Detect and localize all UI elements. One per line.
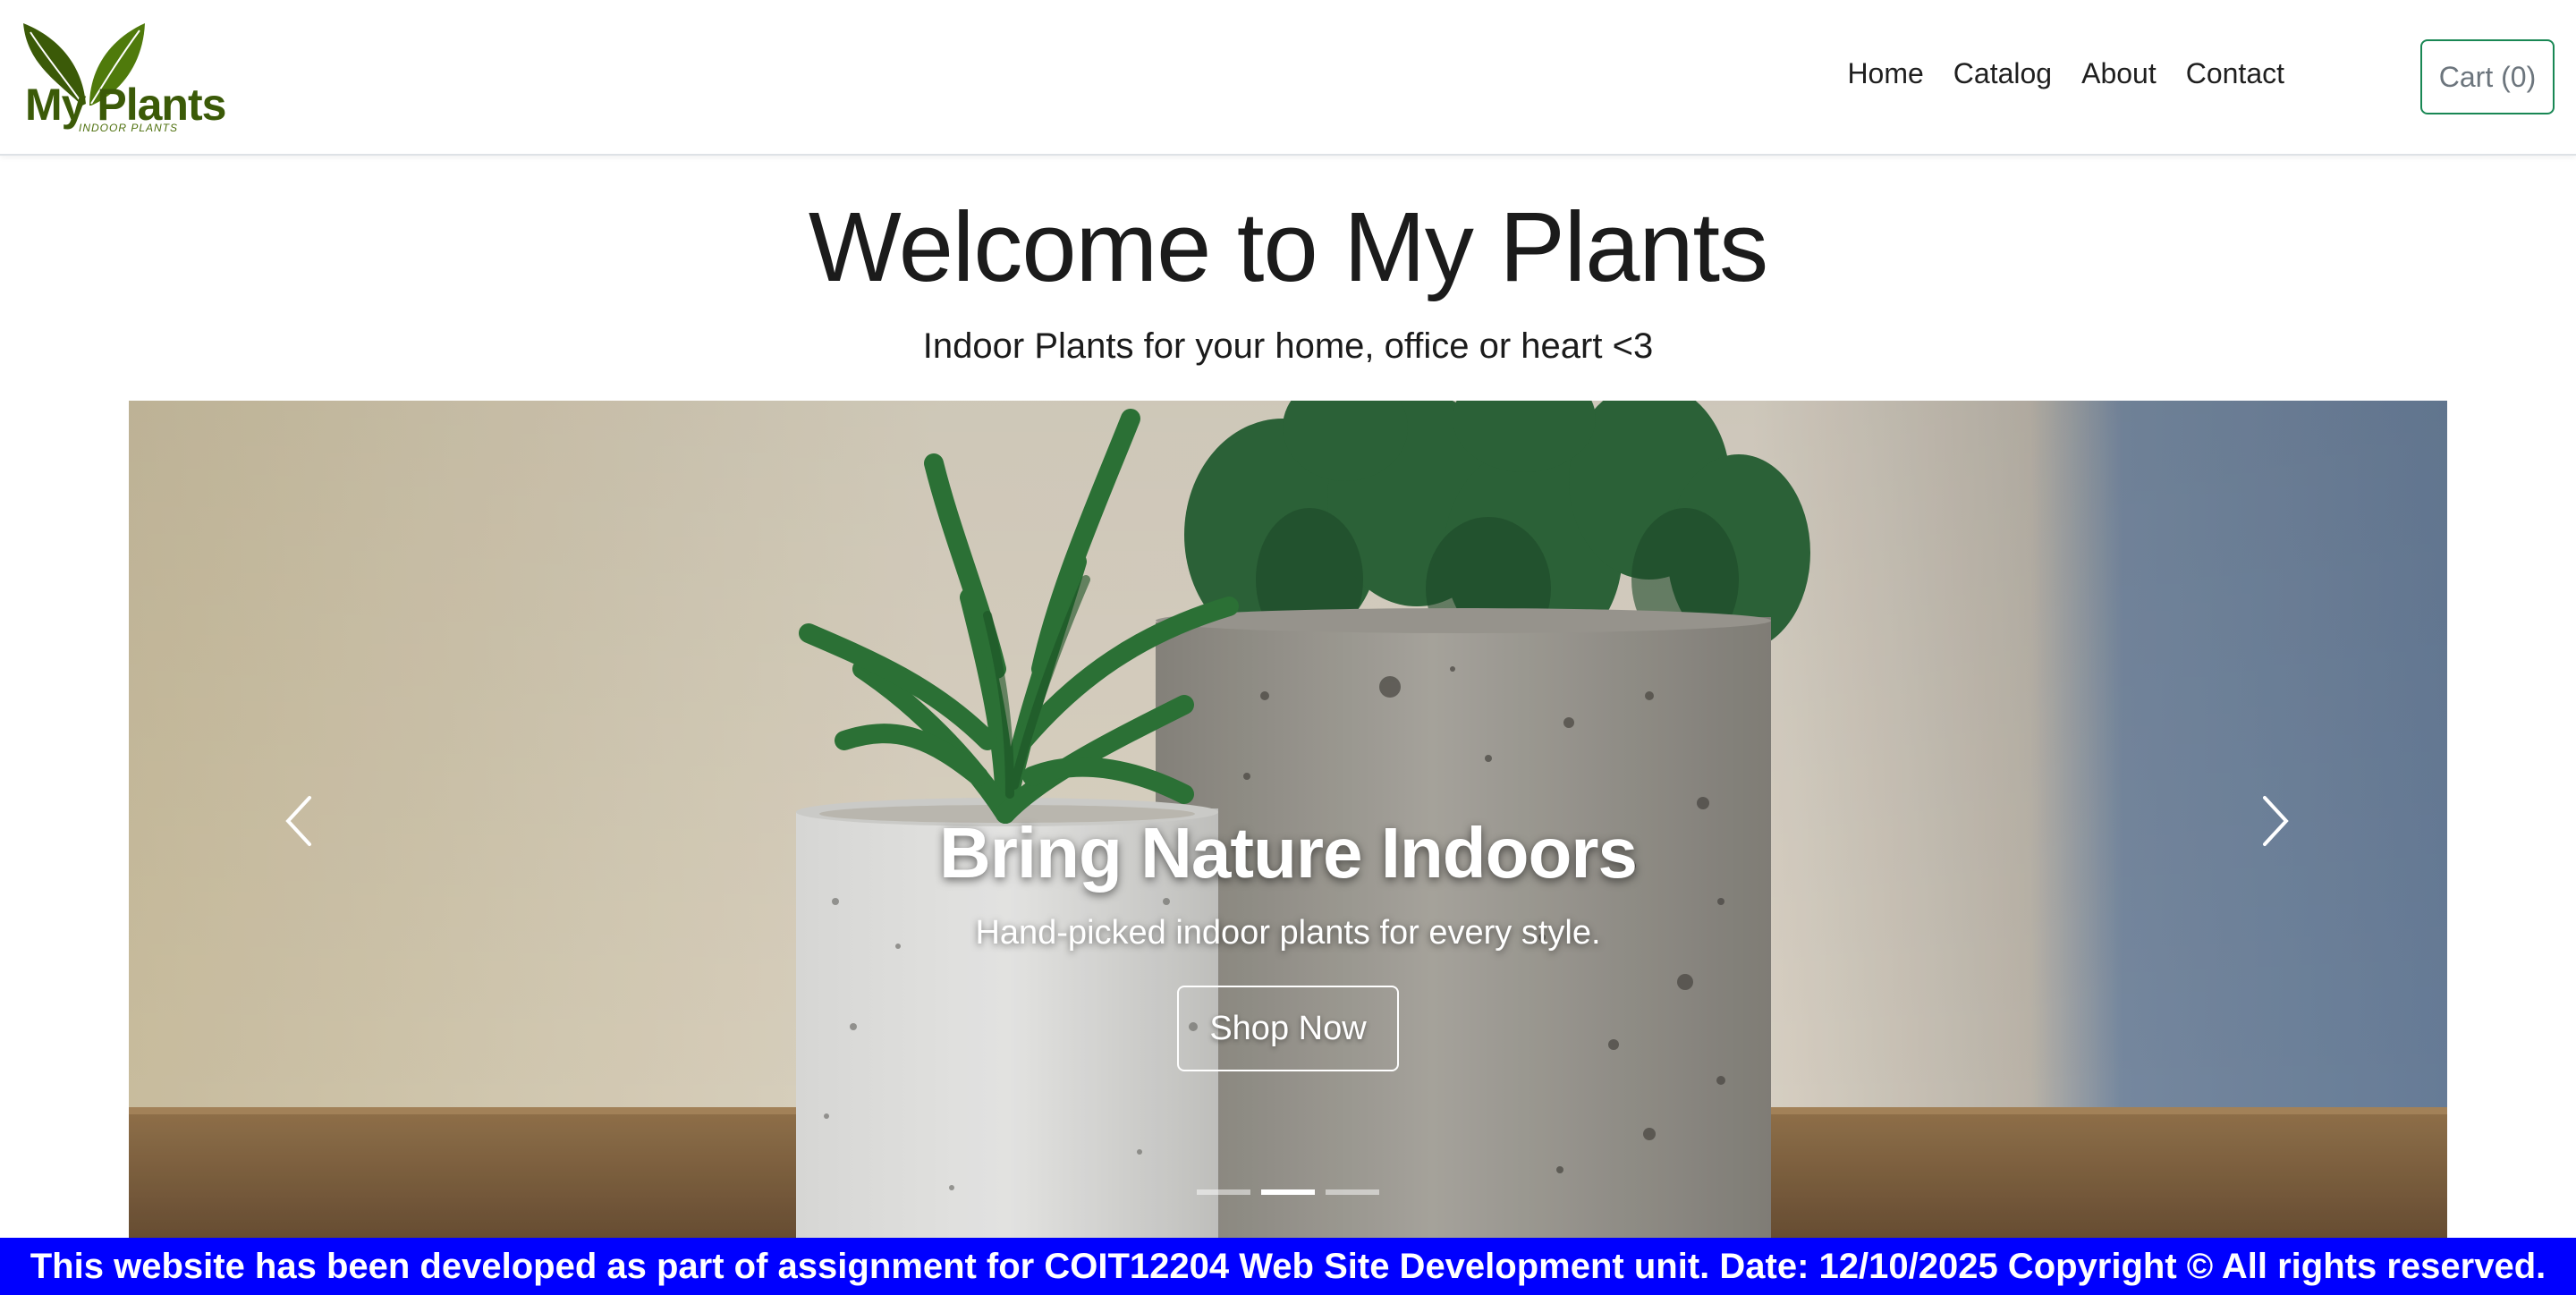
page-subtitle: Indoor Plants for your home, office or h…	[922, 326, 1654, 366]
cart-button[interactable]: Cart (0)	[2420, 39, 2555, 114]
carousel-indicator-1[interactable]	[1197, 1189, 1250, 1195]
nav-link-contact[interactable]: Contact	[2186, 57, 2284, 90]
nav-link-catalog[interactable]: Catalog	[1953, 57, 2052, 90]
shop-now-button[interactable]: Shop Now	[1177, 986, 1399, 1071]
caption-title: Bring Nature Indoors	[938, 813, 1638, 893]
carousel-indicator-3[interactable]	[1326, 1189, 1379, 1195]
assignment-footer-banner: This website has been developed as part …	[0, 1238, 2576, 1295]
nav-link-about[interactable]: About	[2081, 57, 2157, 90]
carousel-indicator-2[interactable]	[1261, 1189, 1315, 1195]
carousel-caption: Bring Nature Indoors Hand-picked indoor …	[129, 810, 2447, 1071]
page-title: Welcome to My Plants	[808, 192, 1768, 302]
brand-tagline: INDOOR PLANTS	[79, 122, 179, 134]
main-nav: Home Catalog About Contact	[1847, 57, 2284, 90]
navbar: My Plants INDOOR PLANTS Home Catalog Abo…	[0, 0, 2576, 156]
nav-link-home[interactable]: Home	[1847, 57, 1923, 90]
hero-carousel: Bring Nature Indoors Hand-picked indoor …	[129, 401, 2447, 1241]
caption-text: Hand-picked indoor plants for every styl…	[975, 914, 1601, 952]
brand-logo[interactable]: My Plants INDOOR PLANTS	[20, 18, 226, 134]
carousel-indicators	[129, 1189, 2447, 1195]
